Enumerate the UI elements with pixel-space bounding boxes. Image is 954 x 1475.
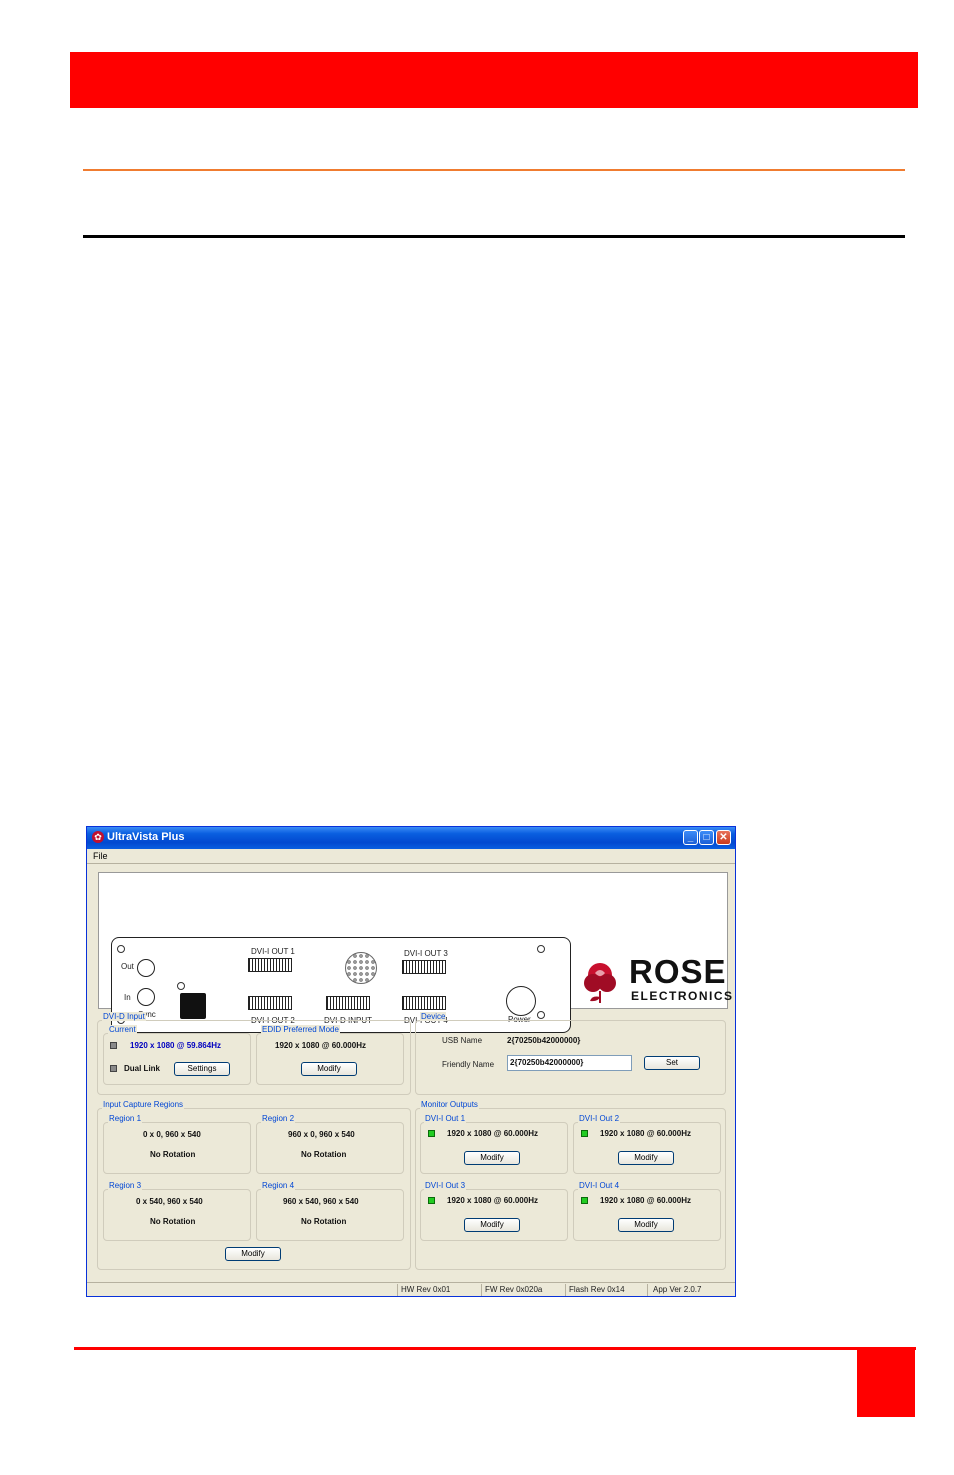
set-button[interactable]: Set <box>644 1056 700 1070</box>
usb-port-icon <box>180 993 206 1019</box>
region-2-coords: 960 x 0, 960 x 540 <box>288 1130 355 1139</box>
dvi-out-4-connector-icon <box>402 996 446 1010</box>
out-4-modify-button[interactable]: Modify <box>618 1218 674 1232</box>
current-label: Current <box>108 1025 137 1034</box>
friendly-name-input[interactable]: 2{70250b42000000} <box>507 1055 632 1071</box>
region-1-label: Region 1 <box>108 1114 143 1123</box>
region-1-rotation: No Rotation <box>150 1150 196 1159</box>
orange-divider <box>83 169 905 171</box>
status-divider <box>565 1284 566 1296</box>
rose-app-icon: ✿ <box>92 831 104 843</box>
dvi-out-1-label: DVI-I OUT 1 <box>251 947 295 956</box>
regions-modify-button[interactable]: Modify <box>225 1247 281 1261</box>
out-2-modify-button[interactable]: Modify <box>618 1151 674 1165</box>
menu-file[interactable]: File <box>93 851 108 861</box>
window-title: UltraVista Plus <box>107 831 185 843</box>
fan-vent-icon <box>345 952 377 984</box>
edid-mode-value: 1920 x 1080 @ 60.000Hz <box>275 1041 366 1050</box>
dvi-input-group-label: DVI-D Input <box>102 1012 146 1021</box>
out-3-label: DVI-I Out 3 <box>424 1181 467 1190</box>
minimize-button[interactable]: _ <box>683 830 698 845</box>
screw-icon <box>537 1011 545 1019</box>
page-header-bar <box>70 52 918 108</box>
hw-rev: HW Rev 0x01 <box>401 1285 451 1294</box>
out-2-mode: 1920 x 1080 @ 60.000Hz <box>600 1129 691 1138</box>
page-tab-marker <box>857 1347 915 1417</box>
device-graphic-panel: Out In Sync DVI-I OUT 1 DVI-I OUT 2 DVI-… <box>98 872 732 1033</box>
region-4-label: Region 4 <box>261 1181 296 1190</box>
footer-divider <box>74 1347 916 1350</box>
region-2-rotation: No Rotation <box>301 1150 347 1159</box>
out-4-mode: 1920 x 1080 @ 60.000Hz <box>600 1196 691 1205</box>
fw-rev: FW Rev 0x020a <box>485 1285 543 1294</box>
power-switch-icon <box>506 986 536 1016</box>
status-bar: HW Rev 0x01 FW Rev 0x020a Flash Rev 0x14… <box>87 1282 735 1297</box>
title-bar[interactable]: ✿ UltraVista Plus _ □ ✕ <box>87 827 735 849</box>
dual-link-label: Dual Link <box>124 1064 161 1073</box>
screw-icon <box>117 945 125 953</box>
region-3-label: Region 3 <box>108 1181 143 1190</box>
black-divider <box>83 235 905 238</box>
logo-rose-text: ROSE <box>629 953 727 990</box>
dvi-out-1-connector-icon <box>248 958 292 972</box>
dvi-out-3-connector-icon <box>402 960 446 974</box>
out-3-status-led <box>428 1197 435 1204</box>
logo-electronics-text: ELECTRONICS <box>631 989 734 1003</box>
close-button[interactable]: ✕ <box>716 830 731 845</box>
out-4-status-led <box>581 1197 588 1204</box>
out-3-modify-button[interactable]: Modify <box>464 1218 520 1232</box>
status-divider <box>481 1284 482 1296</box>
screw-icon <box>537 945 545 953</box>
dvi-out-2-connector-icon <box>248 996 292 1010</box>
current-mode-value: 1920 x 1080 @ 59.864Hz <box>130 1041 221 1050</box>
in-label: In <box>124 993 131 1002</box>
sync-out-connector-icon <box>137 959 155 977</box>
region-1-coords: 0 x 0, 960 x 540 <box>143 1130 201 1139</box>
out-1-modify-button[interactable]: Modify <box>464 1151 520 1165</box>
monitor-outputs-group-label: Monitor Outputs <box>420 1100 479 1109</box>
capture-regions-group-label: Input Capture Regions <box>102 1100 185 1109</box>
maximize-button[interactable]: □ <box>699 830 714 845</box>
rear-panel-diagram: Out In Sync DVI-I OUT 1 DVI-I OUT 2 DVI-… <box>111 937 571 1033</box>
menu-separator <box>87 863 735 864</box>
rose-logo-icon <box>584 963 616 1003</box>
settings-button[interactable]: Settings <box>174 1062 230 1076</box>
input-status-led <box>110 1042 117 1049</box>
out-2-label: DVI-I Out 2 <box>578 1114 621 1123</box>
sync-in-connector-icon <box>137 988 155 1006</box>
usb-name-value: 2{70250b42000000} <box>507 1036 581 1045</box>
out-label: Out <box>121 962 134 971</box>
region-4-rotation: No Rotation <box>301 1217 347 1226</box>
dvi-input-connector-icon <box>326 996 370 1010</box>
status-divider <box>647 1284 648 1296</box>
flash-rev: Flash Rev 0x14 <box>569 1285 625 1294</box>
ultravista-window: ✿ UltraVista Plus _ □ ✕ File Out In Sync… <box>86 826 736 1297</box>
out-1-mode: 1920 x 1080 @ 60.000Hz <box>447 1129 538 1138</box>
out-4-label: DVI-I Out 4 <box>578 1181 621 1190</box>
device-group-label: Device <box>420 1012 447 1021</box>
friendly-name-label: Friendly Name <box>442 1060 495 1069</box>
region-4-coords: 960 x 540, 960 x 540 <box>283 1197 359 1206</box>
menu-bar: File <box>87 849 735 863</box>
region-2-label: Region 2 <box>261 1114 296 1123</box>
out-1-status-led <box>428 1130 435 1137</box>
screw-icon <box>177 982 185 990</box>
out-1-label: DVI-I Out 1 <box>424 1114 467 1123</box>
region-3-coords: 0 x 540, 960 x 540 <box>136 1197 203 1206</box>
dual-link-led <box>110 1065 117 1072</box>
edid-modify-button[interactable]: Modify <box>301 1062 357 1076</box>
status-divider <box>397 1284 398 1296</box>
app-version: App Ver 2.0.7 <box>653 1285 702 1294</box>
out-3-mode: 1920 x 1080 @ 60.000Hz <box>447 1196 538 1205</box>
edid-label: EDID Preferred Mode <box>261 1025 340 1034</box>
usb-name-label: USB Name <box>442 1036 483 1045</box>
region-3-rotation: No Rotation <box>150 1217 196 1226</box>
dvi-out-3-label: DVI-I OUT 3 <box>404 949 448 958</box>
out-2-status-led <box>581 1130 588 1137</box>
